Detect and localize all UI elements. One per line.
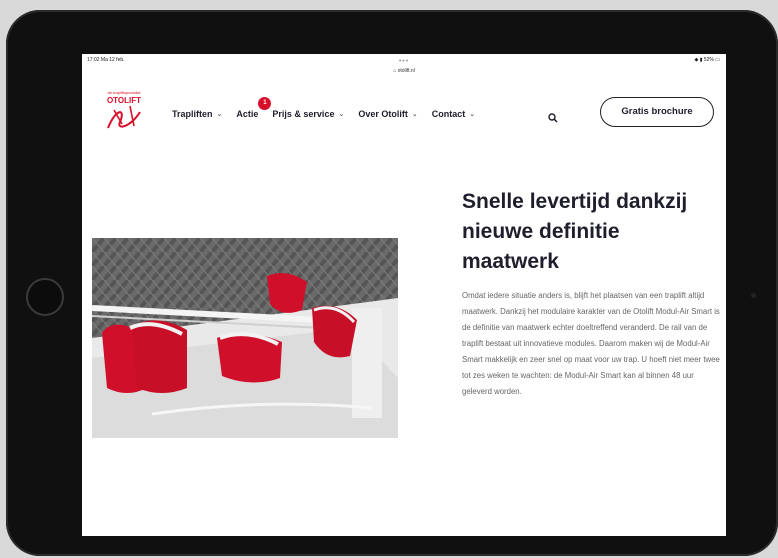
url-text[interactable]: ⌂ otolift.nl [82, 68, 726, 74]
search-icon[interactable] [548, 110, 558, 128]
menu-label: Prijs & service [272, 109, 335, 119]
menu-label: Trapliften [172, 109, 213, 119]
otolift-logo[interactable]: de trapliftspecialist OTOLIFT [100, 88, 148, 132]
home-button[interactable] [26, 278, 64, 316]
intro-paragraph: Omdat iedere situatie anders is, blijft … [462, 291, 720, 396]
menu-label: Actie [236, 109, 259, 119]
menu-item-contact[interactable]: Contact ⌄ [432, 109, 475, 119]
tab-dots: ••• [398, 58, 410, 65]
chevron-down-icon: ⌄ [469, 111, 476, 118]
menu-item-actie[interactable]: Actie 1 [236, 97, 272, 119]
screen: 17:02 Ma 12 feb. ◆ ▮ 52% ▭ ••• ⌂ otolift… [82, 54, 726, 536]
menu-item-trapliften[interactable]: Trapliften ⌄ [172, 109, 222, 119]
chevron-down-icon: ⌄ [411, 111, 418, 118]
chevron-down-icon: ⌄ [338, 111, 345, 118]
camera-dot [751, 293, 756, 298]
page-heading: Snelle levertijd dankzij nieuwe definiti… [462, 190, 688, 273]
address-bar[interactable]: ••• ⌂ otolift.nl [82, 58, 726, 81]
menu-item-over-otolift[interactable]: Over Otolift ⌄ [358, 109, 417, 119]
tablet-frame: 17:02 Ma 12 feb. ◆ ▮ 52% ▭ ••• ⌂ otolift… [6, 10, 778, 556]
menu-item-prijs-service[interactable]: Prijs & service ⌄ [272, 109, 344, 119]
gratis-brochure-button[interactable]: Gratis brochure [600, 97, 714, 127]
chevron-down-icon: ⌄ [216, 111, 223, 118]
svg-text:OTOLIFT: OTOLIFT [107, 96, 141, 105]
menu-label: Over Otolift [358, 109, 408, 119]
site-header: de trapliftspecialist OTOLIFT Trapliften… [82, 81, 726, 151]
main-menu: Trapliften ⌄ Actie 1 Prijs & service ⌄ O… [172, 97, 489, 119]
notification-badge: 1 [258, 97, 272, 110]
svg-text:de trapliftspecialist: de trapliftspecialist [108, 90, 142, 95]
stairlift-photo [92, 238, 398, 438]
menu-label: Contact [431, 109, 466, 119]
